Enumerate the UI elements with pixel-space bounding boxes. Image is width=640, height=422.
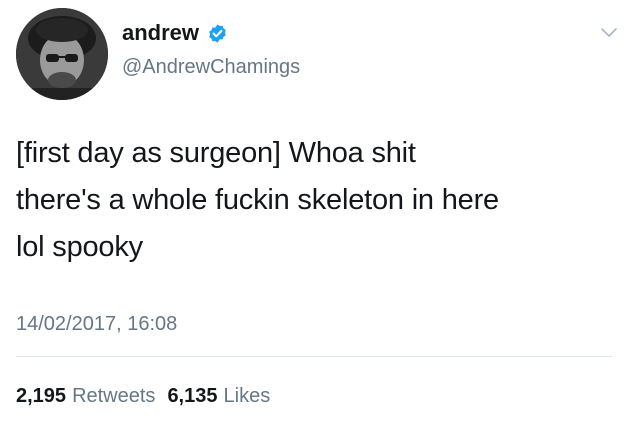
tweet-card: andrew @AndrewChamings [first day as sur… bbox=[0, 0, 640, 422]
name-row: andrew bbox=[122, 20, 228, 46]
verified-badge-icon bbox=[207, 23, 228, 44]
likes-count: 6,135 bbox=[167, 385, 218, 407]
display-name[interactable]: andrew bbox=[122, 20, 199, 46]
user-handle[interactable]: @AndrewChamings bbox=[122, 55, 300, 79]
avatar[interactable] bbox=[16, 8, 108, 100]
likes-stat[interactable]: 6,135 Likes bbox=[167, 384, 270, 408]
tweet-text-line: there's a whole fuckin skeleton in here bbox=[16, 184, 499, 216]
tweet-text-line: lol spooky bbox=[16, 231, 143, 263]
chevron-down-icon[interactable] bbox=[600, 26, 618, 38]
retweets-stat[interactable]: 2,195 Retweets bbox=[16, 384, 155, 408]
tweet-stats: 2,195 Retweets 6,135 Likes bbox=[16, 384, 270, 408]
tweet-timestamp[interactable]: 14/02/2017, 16:08 bbox=[16, 312, 177, 336]
user-avatar-icon bbox=[16, 8, 108, 100]
likes-label: Likes bbox=[223, 385, 271, 407]
divider bbox=[16, 356, 612, 357]
retweets-label: Retweets bbox=[72, 385, 156, 407]
tweet-text: [first day as surgeon] Whoa shit there's… bbox=[16, 130, 616, 271]
retweets-count: 2,195 bbox=[16, 385, 67, 407]
tweet-text-line: [first day as surgeon] Whoa shit bbox=[16, 137, 416, 169]
